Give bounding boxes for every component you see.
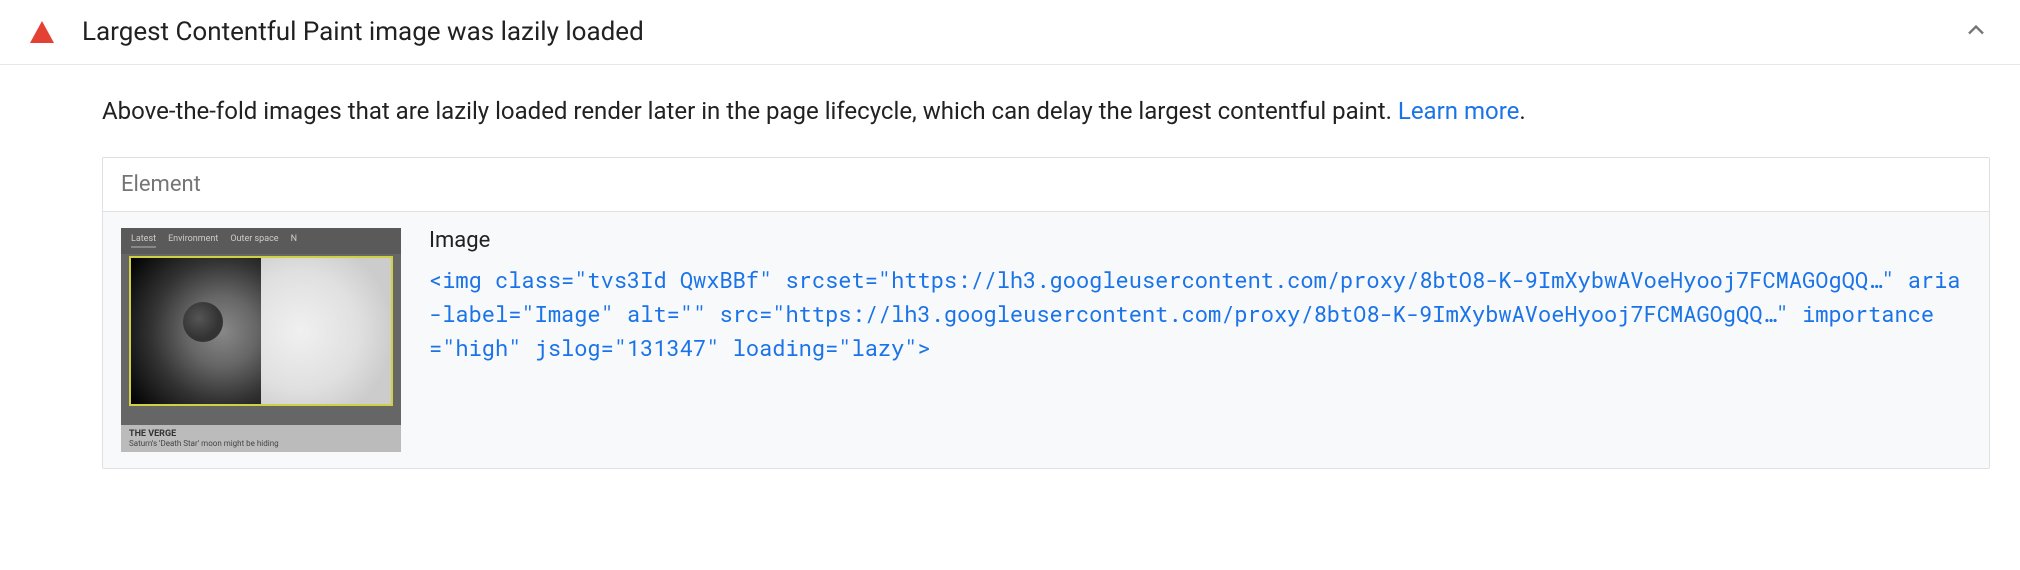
element-code-snippet: <img class="tvs3Id QwxBBf" srcset="https…	[429, 263, 1971, 365]
element-label: Image	[429, 228, 1971, 253]
thumbnail-footer: THE VERGE Saturn's 'Death Star' moon mig…	[121, 425, 401, 452]
thumbnail-source: THE VERGE	[129, 429, 393, 439]
thumbnail-highlighted-image	[129, 256, 393, 406]
audit-body: Above-the-fold images that are lazily lo…	[0, 65, 2020, 485]
table-row: Latest Environment Outer space N THE VER…	[103, 212, 1989, 468]
thumbnail-caption: Saturn's 'Death Star' moon might be hidi…	[129, 439, 393, 448]
description-text: Above-the-fold images that are lazily lo…	[102, 97, 1398, 125]
element-table: Element Latest Environment Outer space N…	[102, 157, 1990, 469]
element-thumbnail: Latest Environment Outer space N THE VER…	[121, 228, 401, 452]
thumbnail-tabs: Latest Environment Outer space N	[121, 228, 401, 254]
chevron-up-icon[interactable]	[1962, 16, 1990, 48]
audit-description: Above-the-fold images that are lazily lo…	[102, 93, 1990, 129]
audit-title: Largest Contentful Paint image was lazil…	[82, 17, 1962, 47]
element-details: Image <img class="tvs3Id QwxBBf" srcset=…	[429, 228, 1971, 452]
table-header: Element	[103, 158, 1989, 212]
learn-more-link[interactable]: Learn more	[1398, 97, 1519, 125]
audit-header[interactable]: Largest Contentful Paint image was lazil…	[0, 0, 2020, 65]
fail-triangle-icon	[30, 21, 54, 43]
